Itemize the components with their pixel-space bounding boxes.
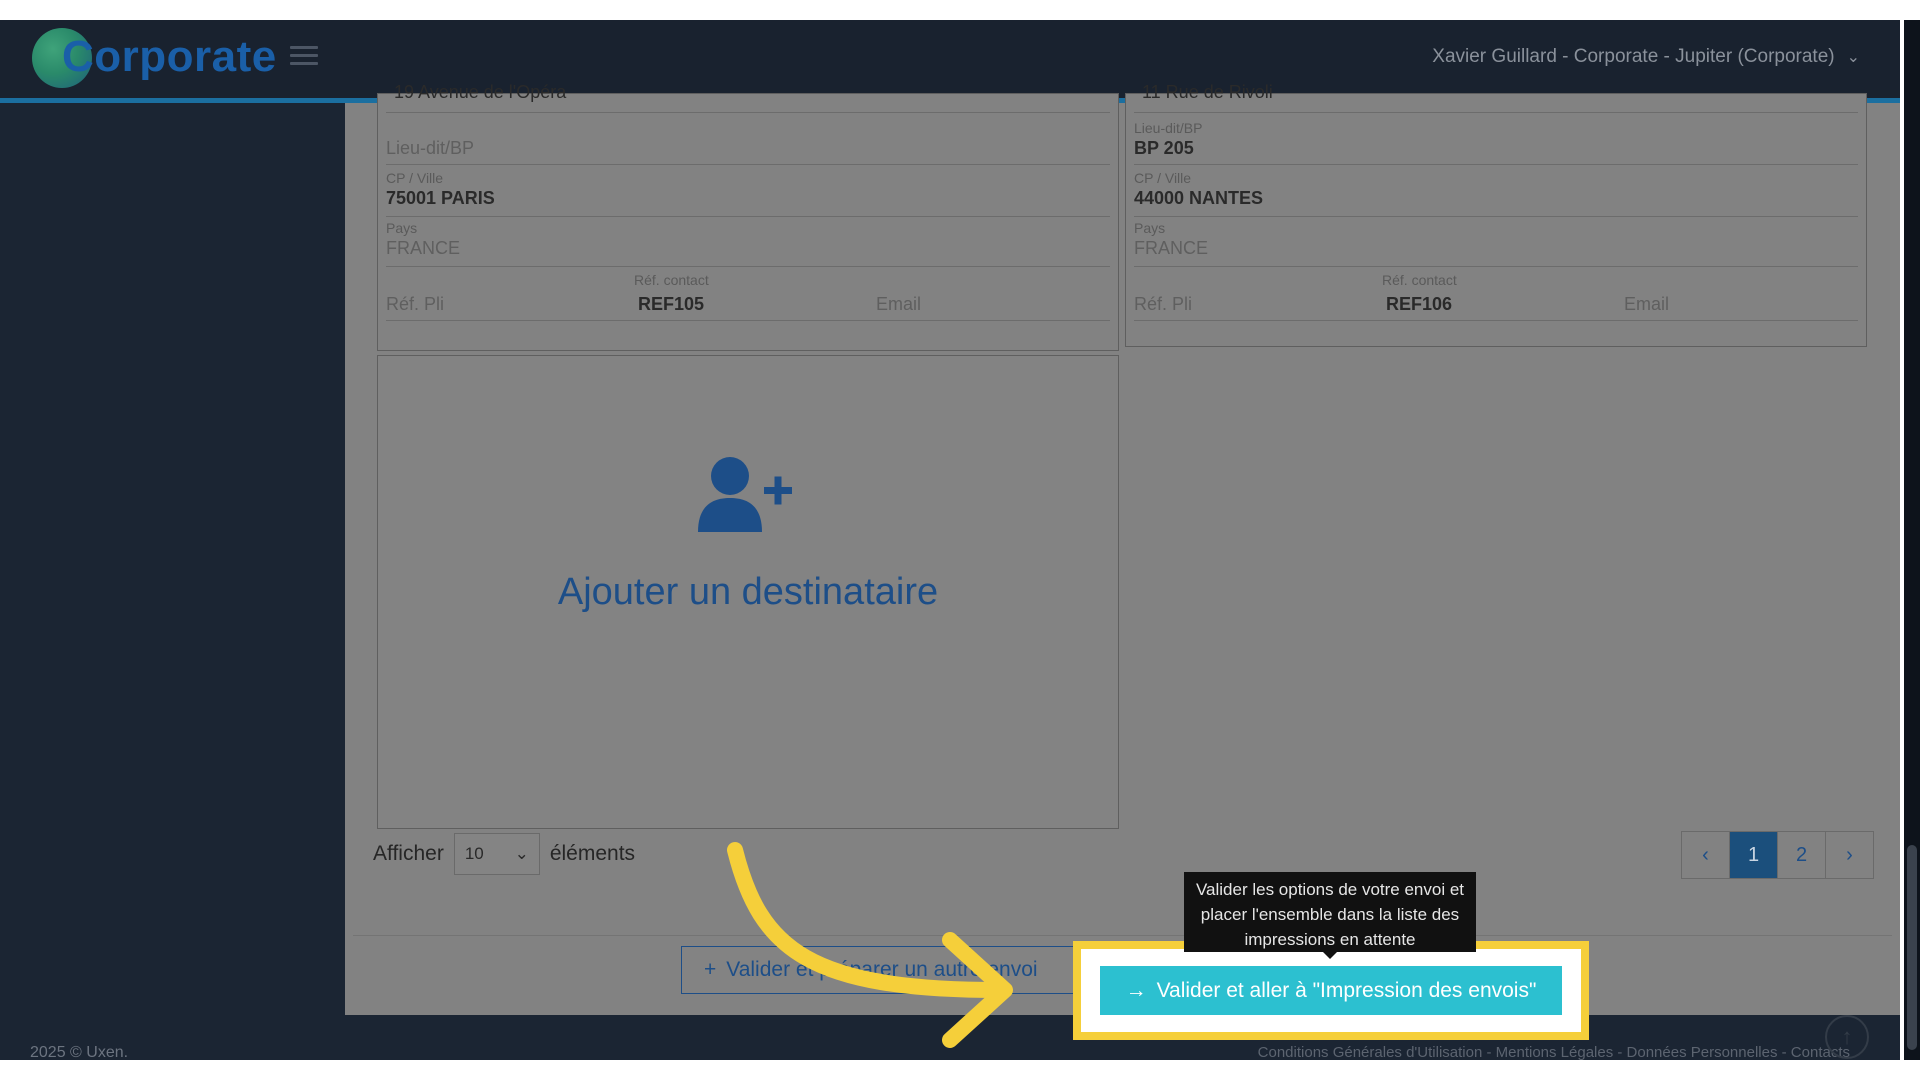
chevron-down-icon: ⌄ — [514, 844, 529, 863]
cp-ville-field[interactable]: CP / Ville 44000 NANTES — [1134, 170, 1858, 217]
recipient-card-left: 19 Avenue de l'Opéra Lieu-dit/BP CP / Vi… — [377, 82, 1119, 351]
pagination-prev-button[interactable]: ‹ — [1682, 832, 1730, 878]
pagination-next-button[interactable]: › — [1826, 832, 1873, 878]
cp-ville-field[interactable]: CP / Ville 75001 PARIS — [386, 170, 1110, 217]
add-recipient-card[interactable]: Ajouter un destinataire — [377, 355, 1119, 829]
ref-row: Réf. Pli Réf. contact REF105 Email — [386, 272, 1110, 321]
pagination: ‹ 1 2 › — [1681, 831, 1874, 879]
pagination-page-2[interactable]: 2 — [1778, 832, 1826, 878]
page-size-prefix: Afficher — [373, 842, 444, 865]
footer-copyright: 2025 © Uxen. — [30, 1044, 129, 1060]
divider — [353, 935, 1892, 936]
address-line-row: 19 Avenue de l'Opéra — [386, 82, 1110, 113]
tooltip-arrow — [1322, 951, 1338, 959]
curved-arrow-icon — [727, 842, 1013, 1048]
ref-pli-field[interactable]: Réf. Pli — [1134, 294, 1192, 315]
email-field[interactable]: Email — [876, 294, 921, 315]
ref-pli-field[interactable]: Réf. Pli — [386, 294, 444, 315]
app-window: Corporate Xavier Guillard - Corporate - … — [0, 20, 1900, 1060]
lieu-placeholder: Lieu-dit/BP — [386, 138, 475, 158]
chevron-down-icon: ⌄ — [1846, 49, 1860, 66]
address-line-row: 11 Rue de Rivoli — [1134, 82, 1858, 113]
cp-value: 44000 NANTES — [1134, 188, 1264, 208]
ref-row: Réf. Pli Réf. contact REF106 Email — [1134, 272, 1858, 321]
validate-go-label: Valider et aller à "Impression des envoi… — [1156, 978, 1537, 1002]
logo-text: Corporate — [62, 32, 277, 81]
pays-value: FRANCE — [386, 238, 461, 258]
arrow-right-icon: → — [1125, 978, 1147, 1002]
recipient-card-right: 11 Rue de Rivoli Lieu-dit/BP BP 205 CP /… — [1125, 82, 1867, 347]
scroll-top-icon[interactable]: ↑ — [1825, 1015, 1869, 1059]
page-size-control: Afficher 10 ⌄ éléments — [373, 833, 635, 875]
add-recipient-label: Ajouter un destinataire — [557, 571, 939, 613]
pagination-page-1[interactable]: 1 — [1730, 832, 1778, 878]
lieu-label: Lieu-dit/BP — [1134, 120, 1203, 136]
lieu-field[interactable]: Lieu-dit/BP BP 205 — [1134, 120, 1858, 165]
scrollbar[interactable] — [1904, 20, 1920, 1060]
ref-contact-value[interactable]: REF106 — [1386, 294, 1452, 315]
user-menu[interactable]: Xavier Guillard - Corporate - Jupiter (C… — [1432, 46, 1860, 68]
pays-value: FRANCE — [1134, 238, 1209, 258]
ref-contact-label: Réf. contact — [1382, 272, 1457, 288]
main-content: 19 Avenue de l'Opéra Lieu-dit/BP CP / Vi… — [345, 82, 1900, 1015]
page-size-value: 10 — [464, 844, 484, 863]
address-line: 11 Rue de Rivoli — [1142, 82, 1273, 102]
cp-label: CP / Ville — [386, 170, 444, 186]
hamburger-menu-icon[interactable] — [290, 46, 318, 68]
add-user-icon — [698, 457, 792, 532]
cp-label: CP / Ville — [1134, 170, 1192, 186]
page-size-suffix: éléments — [549, 842, 636, 865]
footer-links[interactable]: Conditions Générales d'Utilisation - Men… — [1258, 1044, 1850, 1060]
pays-label: Pays — [386, 220, 418, 236]
email-field[interactable]: Email — [1624, 294, 1669, 315]
ref-contact-label: Réf. contact — [634, 272, 709, 288]
ref-contact-value[interactable]: REF105 — [638, 294, 704, 315]
pays-field[interactable]: Pays FRANCE — [1134, 220, 1858, 267]
cp-value: 75001 PARIS — [386, 188, 495, 208]
address-line: 19 Avenue de l'Opéra — [394, 82, 567, 102]
pays-field[interactable]: Pays FRANCE — [386, 220, 1110, 267]
validate-go-button[interactable]: → Valider et aller à "Impression des env… — [1100, 966, 1562, 1015]
user-name: Xavier Guillard - Corporate - Jupiter (C… — [1432, 46, 1835, 67]
plus-icon: + — [704, 958, 717, 981]
lieu-value: BP 205 — [1134, 138, 1194, 158]
page-size-select[interactable]: 10 ⌄ — [453, 833, 540, 875]
scrollbar-thumb[interactable] — [1907, 845, 1917, 1050]
logo[interactable]: Corporate — [32, 26, 276, 90]
pays-label: Pays — [1134, 220, 1166, 236]
lieu-field[interactable]: Lieu-dit/BP — [386, 120, 1110, 165]
top-bar: Corporate Xavier Guillard - Corporate - … — [0, 20, 1900, 103]
tooltip: Valider les options de votre envoi et pl… — [1184, 872, 1476, 952]
